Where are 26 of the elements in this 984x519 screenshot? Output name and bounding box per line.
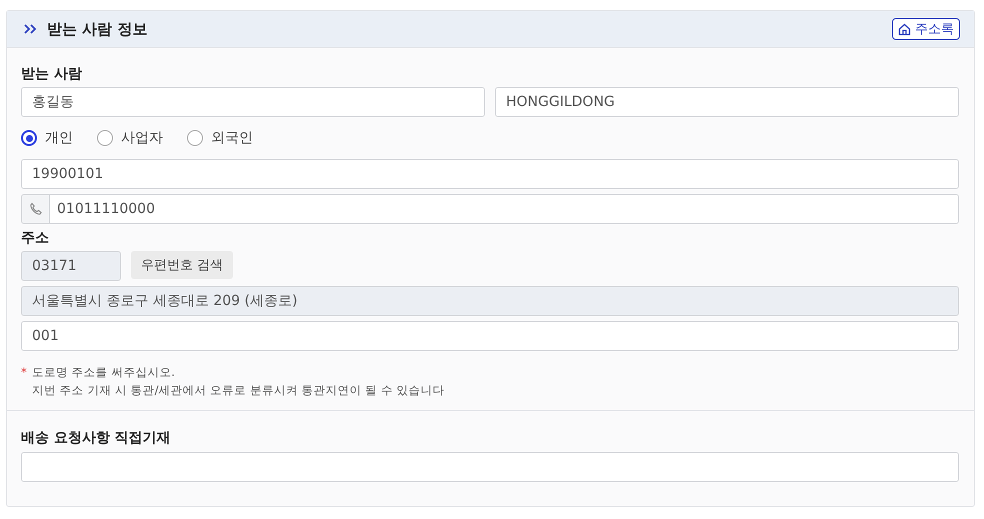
radio-option[interactable]: 사업자: [97, 129, 163, 147]
phone-icon: [21, 194, 50, 224]
address-label: 주소: [21, 229, 50, 247]
radio-option[interactable]: 외국인: [187, 129, 253, 147]
double-chevron-icon: [23, 23, 37, 35]
name-field[interactable]: 홍길동: [21, 87, 485, 117]
road-address-field[interactable]: 서울특별시 종로구 세종대로 209 (세종로): [21, 286, 959, 316]
address-book-button[interactable]: 주소록: [892, 18, 960, 40]
detail-address-field[interactable]: 001: [21, 321, 959, 351]
home-icon: [898, 22, 911, 36]
radio-option[interactable]: 개인: [21, 129, 73, 147]
birthdate-field[interactable]: 19900101: [21, 159, 959, 189]
required-mark: *: [21, 365, 28, 380]
radio-button[interactable]: [97, 130, 113, 146]
radio-button[interactable]: [21, 130, 37, 146]
address-note: 지번 주소 기재 시 통관/세관에서 오류로 분류시켜 통관지연이 될 수 있습니다: [32, 383, 444, 398]
address-note: 도로명 주소를 써주십시오.: [32, 365, 175, 380]
delivery-request-field[interactable]: [21, 452, 959, 482]
phone-field[interactable]: 01011110000: [50, 194, 959, 224]
radio-button[interactable]: [187, 130, 203, 146]
delivery-request-label: 배송 요청사항 직접기재: [21, 429, 172, 447]
english-name-field[interactable]: HONGGILDONG: [495, 87, 959, 117]
zip-search-button[interactable]: 우편번호 검색: [131, 251, 234, 279]
recipient-label: 받는 사람: [21, 65, 83, 83]
panel-title: 받는 사람 정보: [47, 20, 148, 38]
zip-code-field[interactable]: 03171: [21, 251, 121, 281]
